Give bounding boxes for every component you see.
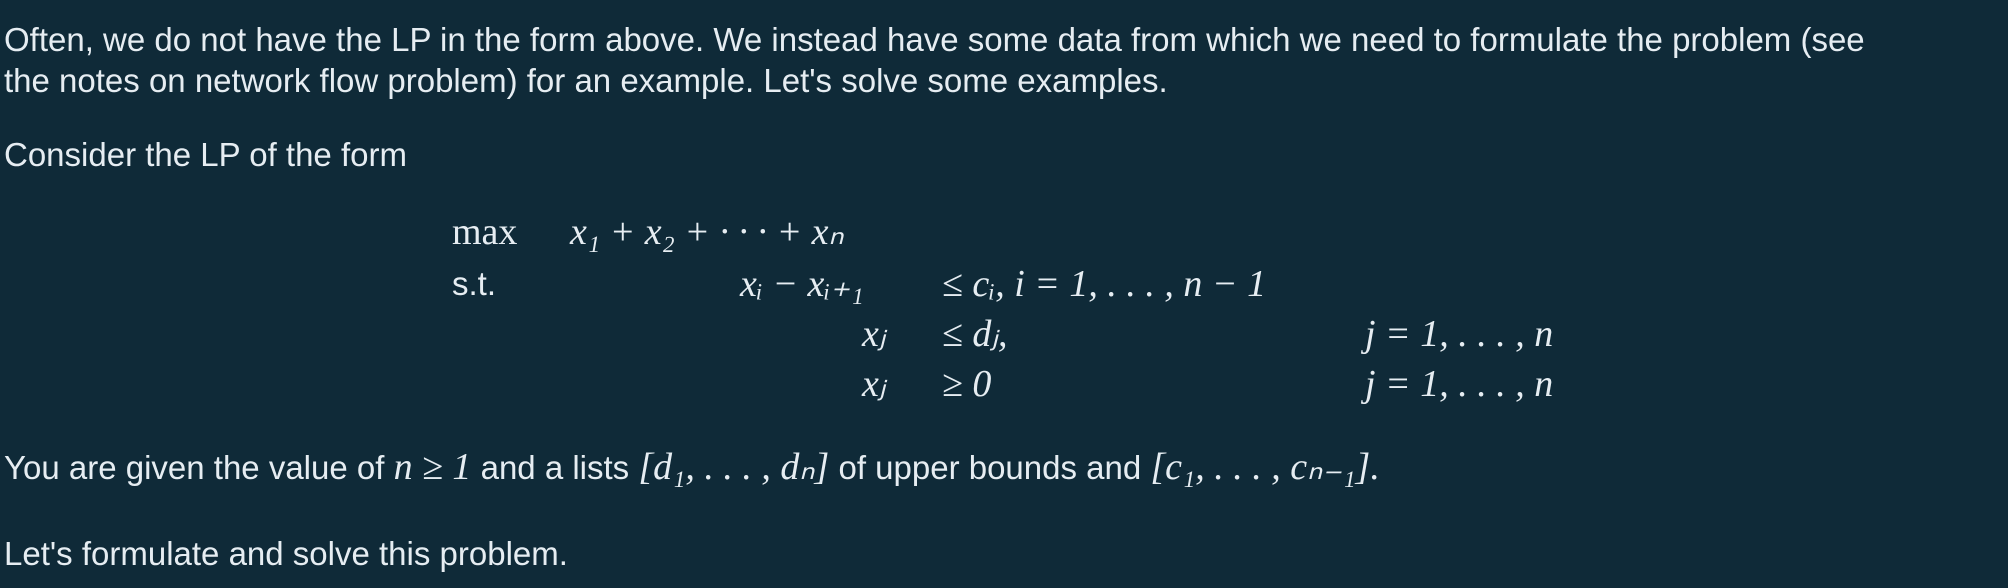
intro-paragraph-line-2: the notes on network flow problem) for a… xyxy=(4,62,1168,99)
formulate-paragraph: Let's formulate and solve this problem. xyxy=(4,535,568,572)
lp-row-2-lhs: xⱼ xyxy=(862,313,886,355)
lp-row-1-lhs: xᵢ − xᵢ₊₁ xyxy=(740,263,864,305)
lp-row-3-lhs: xⱼ xyxy=(862,363,886,405)
lp-row-1-relation: ≤ cᵢ, i = 1, . . . , n − 1 xyxy=(942,263,1267,305)
lp-row-2-relation: ≤ dⱼ, xyxy=(942,313,1008,355)
given-mid2-text: of upper bounds and xyxy=(829,449,1151,486)
given-mid-text: and a lists xyxy=(471,449,639,486)
lp-row-2-range: j = 1, . . . , n xyxy=(1365,313,1554,355)
given-paragraph: You are given the value of n ≥ 1 and a l… xyxy=(4,447,1380,488)
consider-paragraph: Consider the LP of the form xyxy=(4,136,407,173)
given-c-list: [c₁, . . . , cₙ₋₁]. xyxy=(1150,446,1380,488)
given-prefix-text: You are given the value of xyxy=(4,449,394,486)
given-d-list: [d₁, . . . , dₙ] xyxy=(638,446,830,488)
lp-row-3-relation: ≥ 0 xyxy=(942,363,992,405)
lp-objective: x₁ + x₂ + · · · + xₙ xyxy=(570,211,844,253)
given-n-condition: n ≥ 1 xyxy=(393,446,472,488)
lp-row-3-range: j = 1, . . . , n xyxy=(1365,363,1554,405)
lp-max-label: max xyxy=(452,211,518,253)
intro-paragraph-line-1: Often, we do not have the LP in the form… xyxy=(4,21,1865,58)
lp-st-label: s.t. xyxy=(452,265,497,302)
